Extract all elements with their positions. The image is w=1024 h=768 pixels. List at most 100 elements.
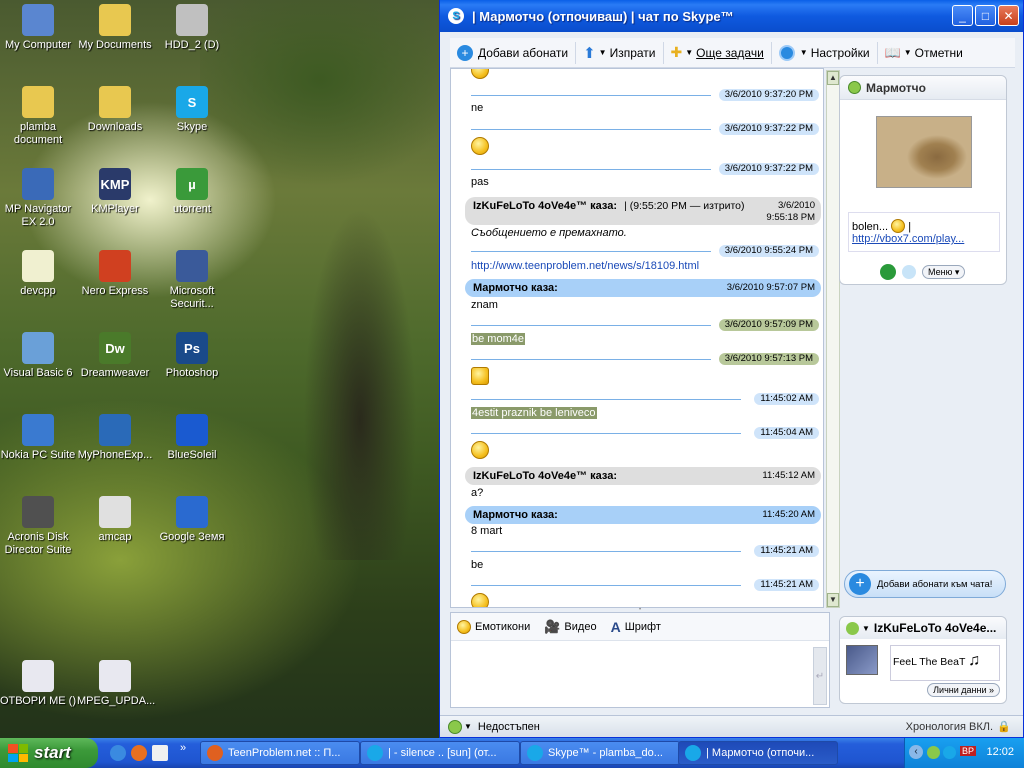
app-icon [22, 250, 54, 282]
close-button[interactable]: ✕ [998, 5, 1019, 26]
dropdown-icon[interactable]: ▼ [862, 624, 870, 633]
desktop-icon[interactable]: Acronis Disk Director Suite [0, 496, 76, 557]
desktop-icon[interactable]: plamba document [0, 86, 76, 147]
desktop-icon[interactable]: KMP KMPlayer [77, 168, 153, 216]
taskbar-button[interactable]: TeenProblem.net :: П... [200, 741, 360, 765]
status-icon[interactable] [448, 719, 462, 734]
timestamp: 3/6/2010 9:37:22 PM [718, 163, 819, 175]
add-contacts-button[interactable]: + Добави абонати [450, 41, 577, 64]
smiley-icon [471, 441, 489, 459]
add-to-chat-button[interactable]: + Добави абонати към чата! [844, 570, 1006, 598]
separator [471, 251, 711, 252]
minimize-button[interactable]: _ [952, 5, 973, 26]
taskbar-button[interactable]: | Мармотчо (отпочи... [678, 741, 838, 765]
status-label[interactable]: Недостъпен [478, 721, 540, 733]
message-link[interactable]: http://www.teenproblem.net/news/s/18109.… [471, 260, 699, 272]
desktop-icon[interactable]: MPEG_UPDA... [77, 660, 155, 708]
status-icon[interactable] [846, 621, 859, 635]
scroll-down-button[interactable]: ▼ [827, 593, 839, 607]
desktop-icon-label: ОТВОРИ МЕ () [0, 695, 76, 707]
taskbar-button[interactable]: | - silence .. [sun] (от... [360, 741, 520, 765]
desktop-icon[interactable]: S Skype [154, 86, 230, 134]
contact-avatar[interactable] [876, 116, 972, 188]
call-icon[interactable] [880, 264, 896, 280]
timestamp: 3/6/2010 9:37:20 PM [718, 89, 819, 101]
desktop-icon[interactable]: My Documents [77, 4, 153, 52]
message-text[interactable]: be mom4e [471, 333, 525, 345]
message-text[interactable]: 8 mart [471, 525, 502, 537]
app-icon [99, 250, 131, 282]
chat-history[interactable]: 3/6/2010 9:37:20 PM ne 3/6/2010 9:37:22 … [450, 68, 824, 608]
contact-name[interactable]: Мармотчо [866, 81, 926, 95]
desktop-icon[interactable]: amcap [77, 496, 153, 544]
send-message-button[interactable]: ↵ [813, 647, 827, 705]
quicklaunch-expand-icon[interactable]: » [180, 742, 186, 754]
desktop-icon[interactable]: BlueSoleil [154, 414, 230, 462]
puzzle-icon: ✚ [670, 44, 683, 60]
chat-scrollbar[interactable]: ▲ ▼ [826, 70, 840, 608]
message-text[interactable]: ne [471, 102, 483, 114]
chat-icon[interactable] [902, 265, 916, 279]
scroll-up-button[interactable]: ▲ [827, 71, 839, 85]
desktop-icon[interactable]: My Computer [0, 4, 76, 52]
desktop-icon[interactable]: Visual Basic 6 [0, 332, 76, 380]
profile-button[interactable]: Лични данни » [927, 683, 1000, 697]
emoticons-button[interactable]: Емотикони [457, 619, 530, 634]
tray-expand-icon[interactable]: ‹ [909, 745, 923, 759]
skype-tray-icon[interactable] [927, 746, 940, 759]
more-tasks-button[interactable]: ✚ ▼ Още задачи [664, 41, 772, 64]
desktop-icon[interactable]: Google Земя [154, 496, 230, 544]
settings-button[interactable]: ▼ Настройки [772, 41, 878, 64]
message-text[interactable]: pas [471, 176, 489, 188]
desktop-icon[interactable]: Nero Express [77, 250, 153, 298]
bookmarks-button[interactable]: 📖 ▼ Отметни [878, 42, 970, 64]
app-icon [99, 414, 131, 446]
language-indicator[interactable]: BP [960, 746, 977, 756]
contact-menu-button[interactable]: Меню ▾ [922, 265, 966, 279]
outlook-icon[interactable] [152, 745, 168, 761]
message-text[interactable]: a? [471, 487, 483, 499]
sender-header: IzKuFeLoTo 4oVe4e™ каза: 11:45:12 AM [465, 467, 821, 485]
firefox-icon[interactable] [131, 745, 147, 761]
message-text[interactable]: be [471, 559, 483, 571]
desktop-icon[interactable]: ОТВОРИ МЕ () [0, 660, 76, 708]
mood-link[interactable]: http://vbox7.com/play... [852, 233, 964, 245]
desktop-icon[interactable]: MyPhoneExp... [77, 414, 153, 462]
up-arrow-icon: ⬆ [583, 44, 596, 62]
add-contact-icon: + [849, 573, 871, 595]
mood-message: bolen... | http://vbox7.com/play... [848, 212, 1000, 252]
desktop-icon[interactable]: Nokia PC Suite [0, 414, 76, 462]
video-button[interactable]: 🎥 Видео [544, 619, 596, 635]
desktop-icon[interactable]: HDD_2 (D) [154, 4, 230, 52]
font-button[interactable]: A Шрифт [611, 619, 661, 635]
title-bar[interactable]: S | Мармотчо (отпочиваш) | чат по Skype™ [440, 0, 1023, 32]
desktop-icon-label: HDD_2 (D) [164, 39, 220, 51]
app-icon [176, 4, 208, 36]
desktop-icon[interactable]: µ utorrent [154, 168, 230, 216]
message-text[interactable]: 4estit praznik be leniveco [471, 407, 597, 419]
desktop-icon-label: Nero Express [81, 285, 149, 297]
timestamp: 3/6/2010 9:57:13 PM [718, 353, 819, 365]
ie-icon[interactable] [110, 745, 126, 761]
clock[interactable]: 12:02 [986, 746, 1014, 758]
desktop-icon[interactable]: Downloads [77, 86, 153, 134]
desktop-icon[interactable]: Dw Dreamweaver [77, 332, 153, 380]
my-mood[interactable]: FeeL The BeaT ♫ [890, 645, 1000, 681]
desktop-icon[interactable]: devcpp [0, 250, 76, 298]
dropdown-icon: ▼ [598, 48, 607, 57]
smiley-icon [471, 137, 489, 155]
history-label: Хронология ВКЛ. [905, 720, 993, 733]
skype-tray-icon[interactable] [943, 746, 956, 759]
desktop-icon[interactable]: Microsoft Securit... [154, 250, 230, 311]
desktop-icon[interactable]: Ps Photoshop [154, 332, 230, 380]
app-icon [176, 496, 208, 528]
my-avatar[interactable] [846, 645, 878, 675]
message-input[interactable] [451, 641, 815, 707]
taskbar-button[interactable]: Skype™ - plamba_do... [520, 741, 680, 765]
send-button[interactable]: ⬆ ▼ Изпрати [576, 41, 664, 64]
start-button[interactable]: start [0, 738, 98, 768]
desktop-icon[interactable]: MP Navigator EX 2.0 [0, 168, 76, 229]
maximize-button[interactable]: □ [975, 5, 996, 26]
dropdown-icon[interactable]: ▼ [464, 722, 472, 731]
message-text[interactable]: znam [471, 299, 498, 311]
